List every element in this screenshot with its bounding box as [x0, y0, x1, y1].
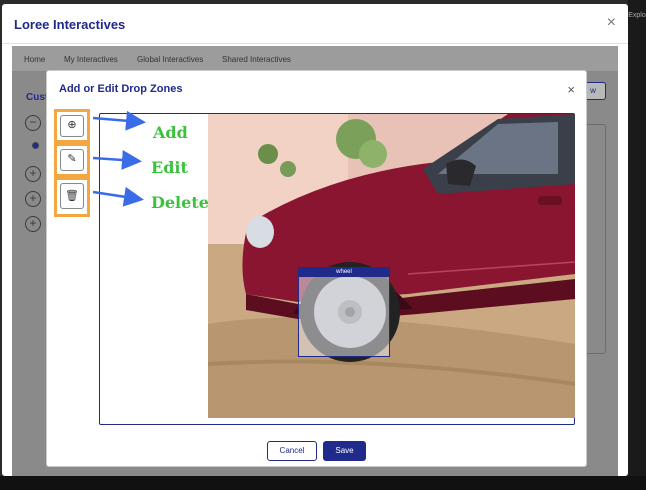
- expand-icon[interactable]: +: [25, 216, 41, 232]
- radio-selected[interactable]: [32, 142, 39, 149]
- loree-interactives-modal: Loree Interactives × Home My Interactive…: [2, 4, 628, 476]
- expand-icon[interactable]: +: [25, 191, 41, 207]
- annotation-delete: Delete: [151, 193, 209, 212]
- outer-modal-title: Loree Interactives: [14, 17, 126, 32]
- add-tool-highlight: ⊕: [54, 109, 90, 143]
- explore-label: Explo: [628, 12, 646, 19]
- tab-global-interactives[interactable]: Global Interactives: [137, 55, 203, 64]
- trash-icon[interactable]: 🗑: [60, 183, 84, 209]
- dialog-close-icon[interactable]: ×: [567, 82, 575, 97]
- annotation-edit: Edit: [151, 158, 188, 177]
- bottom-band: [0, 476, 646, 490]
- background-sidebar: Explo: [628, 0, 646, 490]
- drop-zones-dialog: Add or Edit Drop Zones × ⊕ ✎ 🗑 Add Edit: [46, 70, 587, 467]
- tab-my-interactives[interactable]: My Interactives: [64, 55, 118, 64]
- car-photo-svg: [208, 114, 575, 418]
- dialog-title: Add or Edit Drop Zones: [59, 83, 183, 95]
- tab-bar: Home My Interactives Global Interactives…: [12, 46, 618, 72]
- arrow-edit: [92, 150, 142, 170]
- outer-modal-header: Loree Interactives ×: [2, 4, 628, 44]
- arrow-add: [92, 111, 146, 131]
- delete-tool-highlight: 🗑: [54, 177, 90, 217]
- drop-zone[interactable]: wheel: [298, 267, 390, 357]
- save-button[interactable]: Save: [323, 441, 366, 461]
- collapse-icon[interactable]: −: [25, 115, 41, 131]
- drop-zone-label: wheel: [299, 268, 389, 277]
- edit-tool-highlight: ✎: [54, 143, 90, 177]
- annotation-add: Add: [153, 123, 188, 142]
- arrow-delete: [92, 186, 144, 207]
- car-image: [208, 114, 575, 418]
- pencil-icon[interactable]: ✎: [60, 149, 84, 171]
- side-section-label: Cust: [26, 92, 49, 103]
- dialog-header: Add or Edit Drop Zones ×: [47, 71, 588, 107]
- tab-home[interactable]: Home: [24, 55, 45, 64]
- expand-icon[interactable]: +: [25, 166, 41, 182]
- add-circle-icon[interactable]: ⊕: [60, 115, 84, 137]
- tab-shared-interactives[interactable]: Shared Interactives: [222, 55, 291, 64]
- cancel-button[interactable]: Cancel: [267, 441, 317, 461]
- outer-close-icon[interactable]: ×: [607, 14, 616, 32]
